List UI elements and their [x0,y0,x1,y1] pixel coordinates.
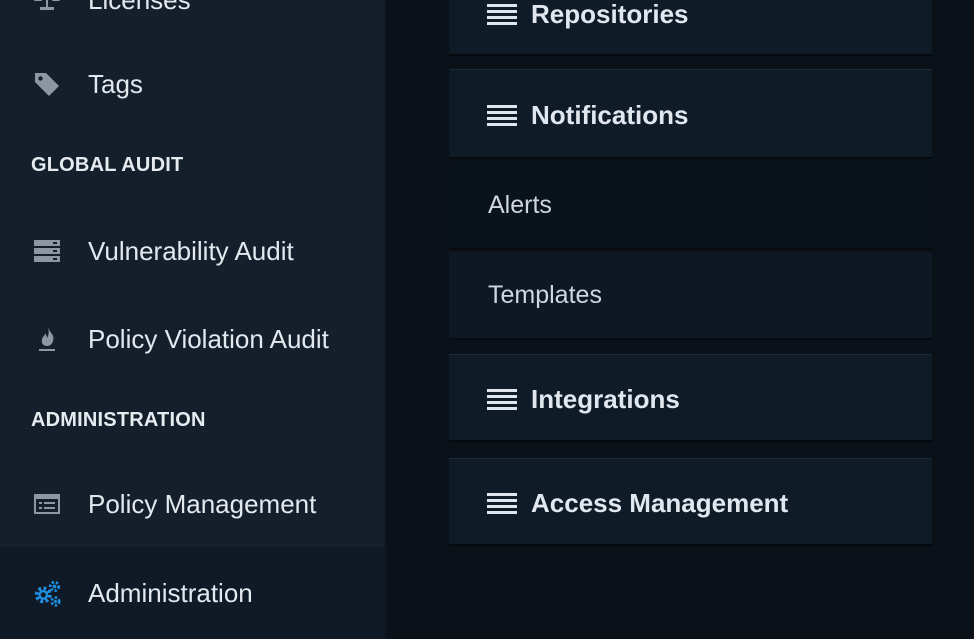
sidebar-item-policy-violation-audit[interactable]: Policy Violation Audit [0,309,385,369]
bars-icon [487,105,517,126]
bars-icon [487,4,517,25]
menu-header-label: Notifications [531,99,689,130]
section-title-administration: ADMINISTRATION [31,409,206,431]
sidebar: Licenses Tags GLOBAL AUDIT Vulnerability… [0,0,387,639]
sidebar-item-vulnerability-audit[interactable]: Vulnerability Audit [0,221,385,281]
menu-panel-access-management: Access Management [449,458,932,546]
admin-content: Repositories Notifications Alerts Templa… [389,0,974,639]
tag-icon [32,69,62,99]
sidebar-item-administration[interactable]: Administration [0,547,385,639]
menu-item-label: Templates [488,280,602,309]
sidebar-item-policy-management[interactable]: Policy Management [0,474,385,534]
menu-header-repositories[interactable]: Repositories [449,0,932,57]
server-icon [32,236,62,266]
menu-item-label: Alerts [488,190,552,219]
sidebar-item-label: Policy Management [88,488,317,519]
bars-icon [487,493,517,514]
fire-icon [32,324,62,354]
list-alt-icon [32,489,62,519]
sidebar-item-licenses[interactable]: Licenses [0,0,385,30]
section-title-global-audit: GLOBAL AUDIT [31,154,184,176]
menu-panel-notifications: Notifications [449,69,932,159]
menu-header-integrations[interactable]: Integrations [449,355,932,443]
menu-panel-integrations: Integrations [449,354,932,442]
cogs-icon [32,578,62,608]
sidebar-item-label: Vulnerability Audit [88,235,294,266]
scale-icon [32,0,62,15]
menu-header-label: Access Management [531,487,789,518]
sidebar-item-label: Administration [88,577,253,608]
sidebar-item-label: Licenses [88,0,191,16]
menu-item-templates[interactable]: Templates [449,252,932,340]
menu-header-label: Integrations [531,383,680,414]
menu-header-label: Repositories [531,0,689,29]
bars-icon [487,389,517,410]
sidebar-item-label: Tags [88,68,143,99]
sidebar-item-label: Policy Violation Audit [88,323,329,354]
menu-header-access-management[interactable]: Access Management [449,459,932,547]
menu-header-notifications[interactable]: Notifications [449,70,932,160]
sidebar-item-tags[interactable]: Tags [0,54,385,114]
menu-item-alerts[interactable]: Alerts [449,162,932,250]
menu-panel-repositories: Repositories [449,0,932,56]
